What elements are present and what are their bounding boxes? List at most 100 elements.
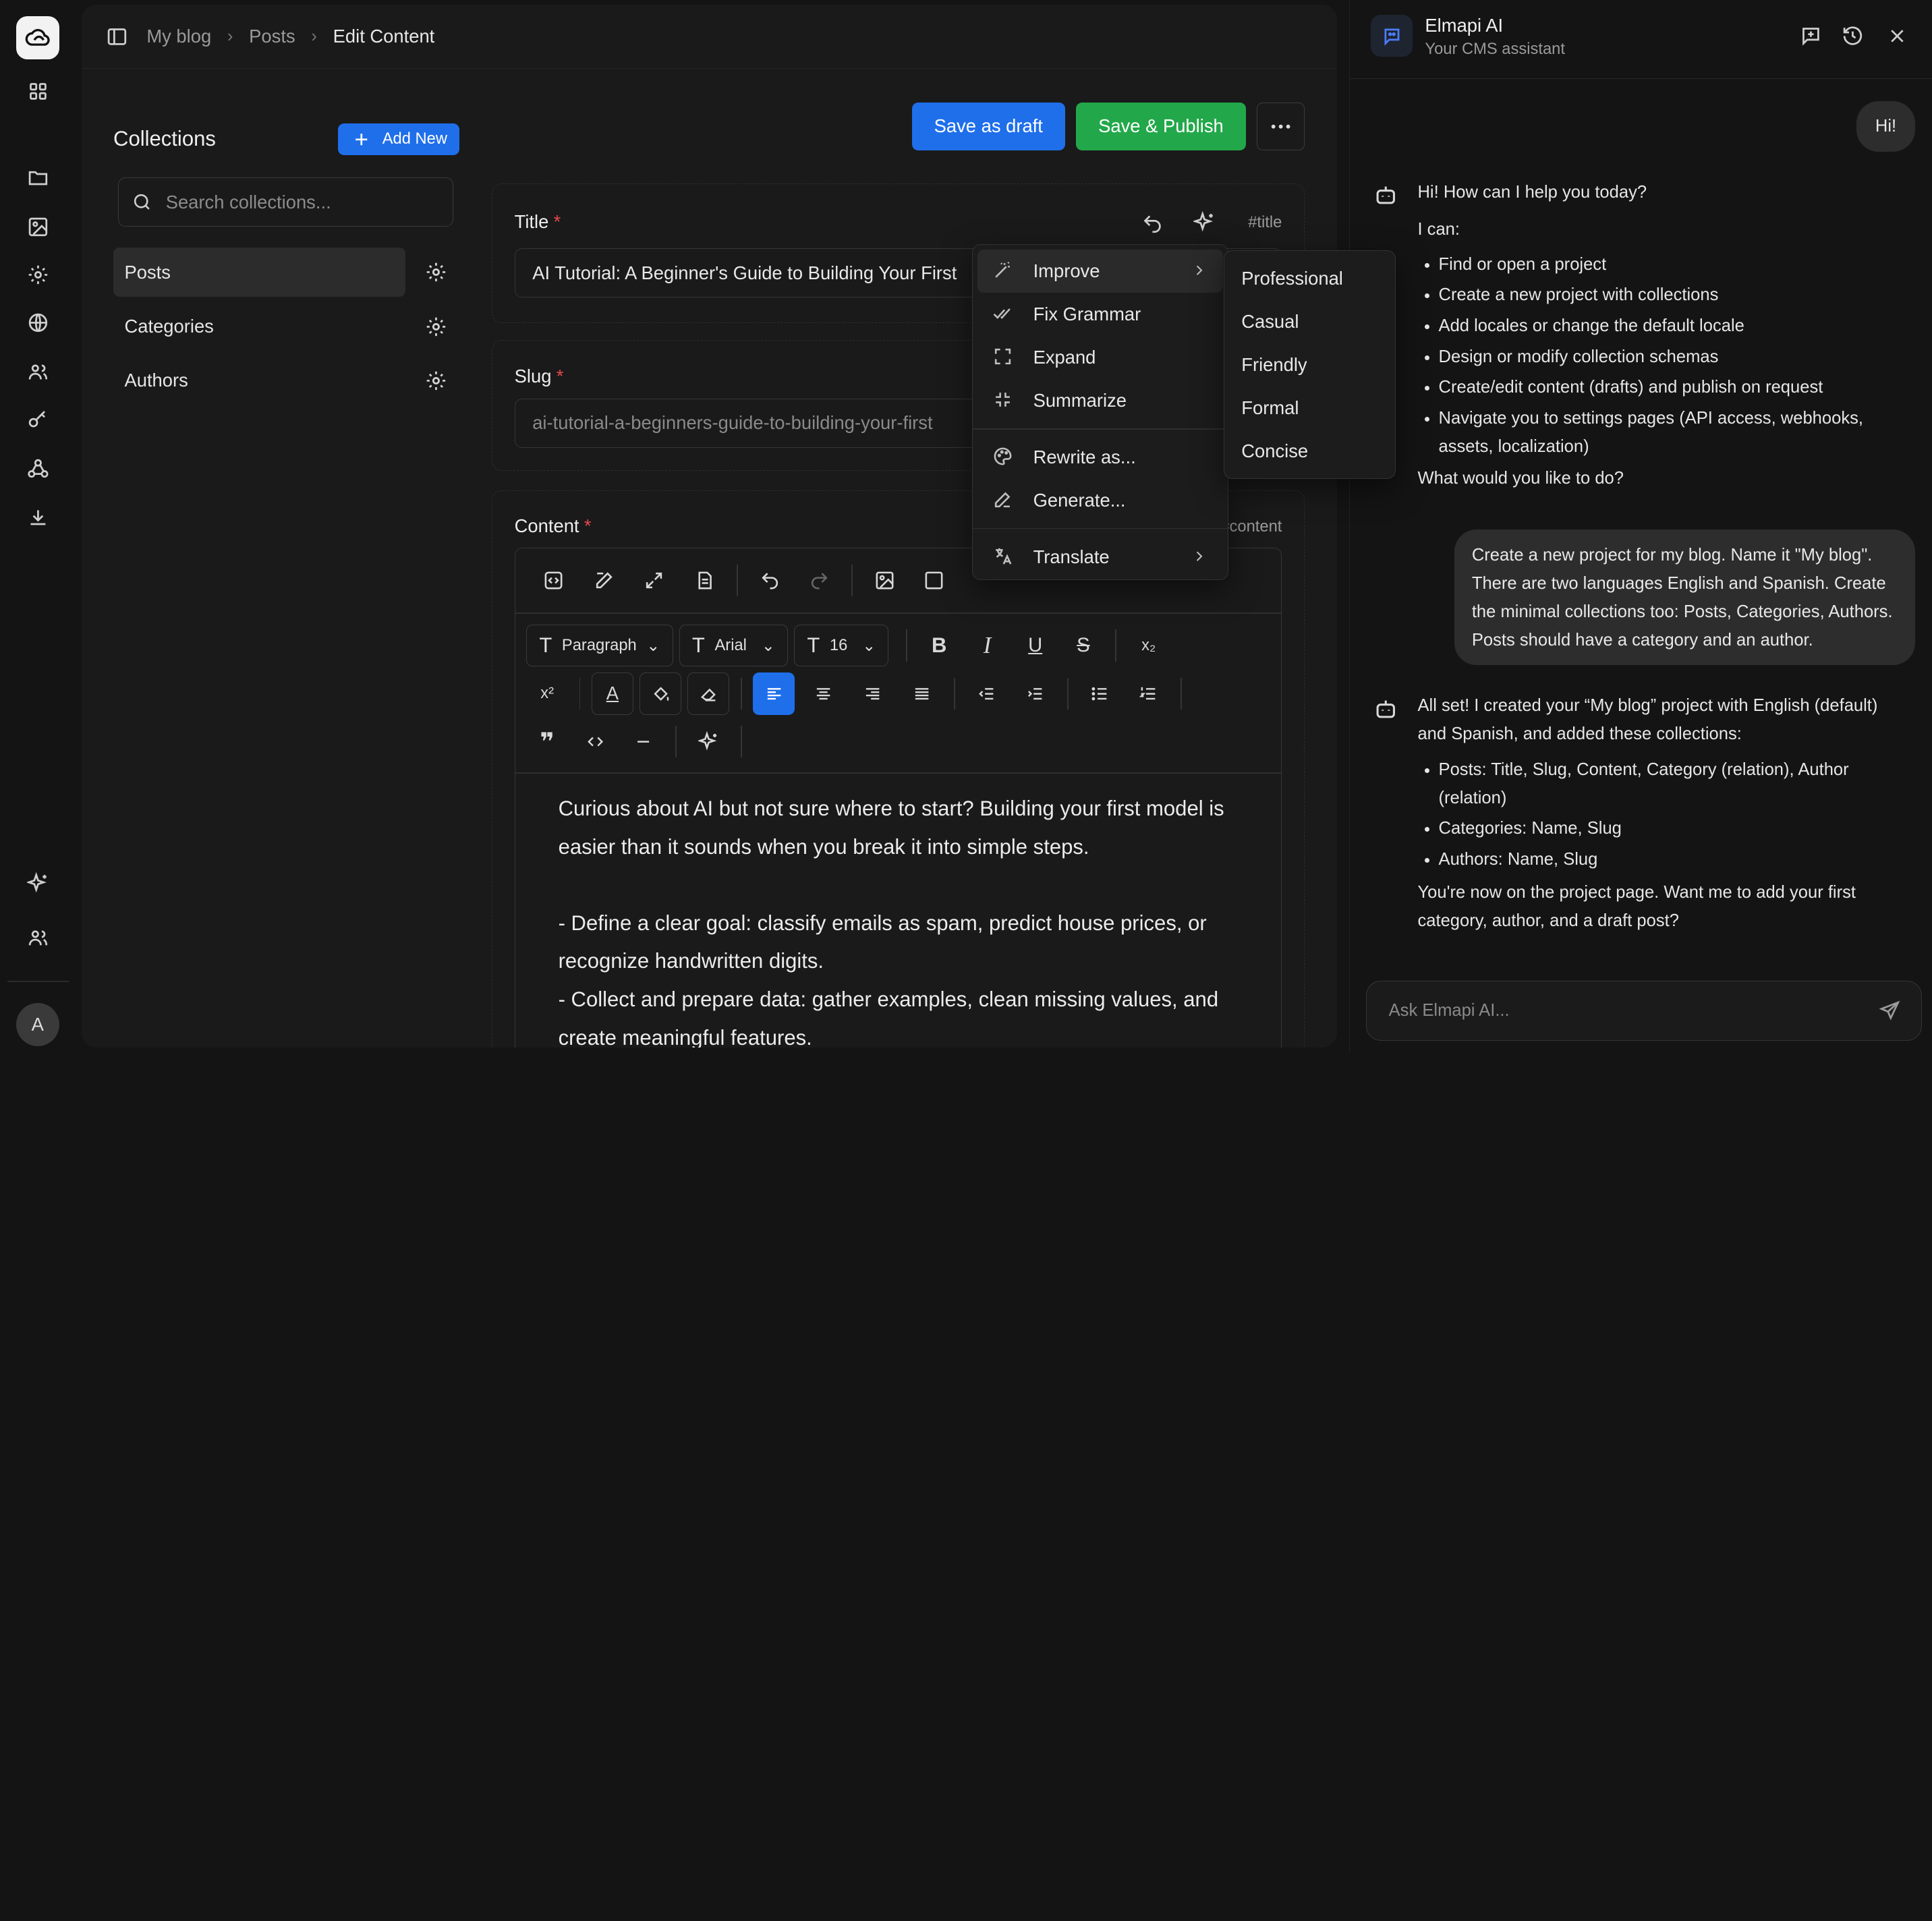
sparkles-icon[interactable]: [24, 869, 53, 898]
webhook-icon[interactable]: [24, 453, 53, 483]
indent-icon[interactable]: [1014, 672, 1056, 714]
assistant-text: All set! I created your “My blog” projec…: [1417, 695, 1878, 743]
magic-wand-icon: [992, 260, 1015, 282]
image-icon[interactable]: [863, 559, 905, 601]
submenu-item-friendly[interactable]: Friendly: [1229, 343, 1390, 386]
image-icon[interactable]: [24, 212, 53, 241]
content-paragraph: Curious about AI but not sure where to s…: [558, 796, 1224, 859]
search-input[interactable]: Search collections...: [118, 177, 454, 227]
add-new-button[interactable]: Add New: [337, 123, 460, 156]
strikethrough-icon[interactable]: S: [1062, 625, 1104, 666]
download-icon[interactable]: [24, 503, 53, 532]
collection-label: Authors: [124, 370, 188, 391]
submenu-item-professional[interactable]: Professional: [1229, 257, 1390, 300]
key-icon[interactable]: [24, 405, 53, 435]
ask-input[interactable]: Ask Elmapi AI...: [1365, 980, 1922, 1041]
search-icon: [132, 192, 152, 212]
bot-icon: [1373, 183, 1400, 210]
bold-icon[interactable]: B: [918, 625, 960, 666]
team-icon[interactable]: [24, 923, 53, 952]
submenu-item-formal[interactable]: Formal: [1229, 386, 1390, 430]
subscript-icon[interactable]: x₂: [1128, 625, 1170, 666]
menu-item-fix-grammar[interactable]: Fix Grammar: [977, 293, 1222, 336]
align-center-icon[interactable]: [802, 672, 844, 714]
cloud-logo-icon[interactable]: [16, 16, 59, 59]
grid-icon[interactable]: [24, 76, 53, 106]
italic-icon[interactable]: I: [966, 625, 1008, 666]
redo-icon[interactable]: [799, 559, 841, 601]
sparkles-icon[interactable]: [1193, 211, 1216, 233]
chevron-right-icon: [1191, 548, 1208, 565]
outdent-icon[interactable]: [966, 672, 1008, 714]
underline-icon[interactable]: U: [1015, 625, 1056, 666]
edit-icon[interactable]: [583, 559, 625, 601]
sidebar-toggle-icon[interactable]: [106, 26, 128, 48]
menu-item-translate[interactable]: Translate: [977, 536, 1222, 579]
content-label: Content *: [514, 515, 592, 537]
align-right-icon[interactable]: [851, 672, 893, 714]
menu-item-improve[interactable]: Improve: [977, 249, 1223, 293]
breadcrumb-my-blog[interactable]: My blog: [146, 26, 211, 47]
gear-icon[interactable]: [425, 316, 447, 338]
media-icon[interactable]: [913, 559, 955, 601]
users-icon[interactable]: [24, 357, 53, 387]
send-icon[interactable]: [1879, 1000, 1901, 1022]
bullet-list-icon[interactable]: [1079, 672, 1121, 714]
align-left-icon[interactable]: [753, 672, 795, 715]
eraser-icon[interactable]: [687, 672, 730, 715]
save-publish-button[interactable]: Save & Publish: [1076, 102, 1246, 150]
more-options-button[interactable]: [1257, 102, 1305, 150]
font-family-select[interactable]: T Arial ⌄: [679, 625, 788, 667]
globe-icon[interactable]: [24, 308, 53, 338]
font-size-select[interactable]: T 16 ⌄: [794, 625, 889, 667]
assistant-message: All set! I created your “My blog” projec…: [1417, 691, 1910, 936]
gear-icon[interactable]: [425, 261, 447, 283]
avatar[interactable]: A: [16, 1002, 59, 1046]
document-icon[interactable]: [684, 559, 726, 601]
icon-rail: A: [0, 0, 77, 1052]
align-justify-icon[interactable]: [901, 672, 942, 714]
menu-item-generate[interactable]: Generate...: [977, 479, 1222, 522]
new-chat-icon[interactable]: [1800, 25, 1822, 47]
list-item: Authors: Name, Slug: [1439, 845, 1911, 873]
collection-item-categories[interactable]: Categories: [113, 302, 449, 351]
title-label: Title *: [514, 211, 561, 233]
collection-item-authors[interactable]: Authors: [113, 356, 449, 405]
submenu-item-concise[interactable]: Concise: [1229, 430, 1390, 473]
editor-content[interactable]: Curious about AI but not sure where to s…: [559, 790, 1249, 1048]
source-code-icon[interactable]: [532, 559, 574, 601]
text-color-icon[interactable]: A: [591, 672, 633, 715]
ask-placeholder: Ask Elmapi AI...: [1388, 1001, 1510, 1021]
collection-label: Categories: [124, 315, 214, 337]
save-draft-button[interactable]: Save as draft: [911, 102, 1065, 150]
history-icon[interactable]: [1842, 25, 1864, 47]
block-type-select[interactable]: T Paragraph ⌄: [526, 625, 673, 667]
folder-icon[interactable]: [24, 163, 53, 192]
collection-item-posts[interactable]: Posts: [113, 248, 405, 297]
gear-icon[interactable]: [425, 370, 447, 392]
content-paragraph: [559, 866, 1249, 905]
fullscreen-icon[interactable]: [633, 559, 675, 601]
close-icon[interactable]: [1886, 25, 1908, 47]
undo-icon[interactable]: [749, 559, 791, 601]
menu-item-expand[interactable]: Expand: [977, 336, 1222, 379]
blockquote-icon[interactable]: ❞: [526, 721, 568, 763]
fill-color-icon[interactable]: [640, 672, 682, 715]
undo-icon[interactable]: [1141, 212, 1164, 235]
improve-submenu: Professional Casual Friendly Formal Conc…: [1223, 250, 1396, 480]
breadcrumb: My blog › Posts › Edit Content: [81, 5, 1337, 69]
numbered-list-icon[interactable]: [1127, 672, 1169, 714]
bot-icon: [1373, 697, 1400, 724]
add-new-label: Add New: [382, 130, 447, 148]
code-icon[interactable]: [574, 721, 616, 763]
menu-item-rewrite-as[interactable]: Rewrite as...: [977, 436, 1222, 479]
breadcrumb-posts[interactable]: Posts: [249, 26, 295, 47]
menu-item-summarize[interactable]: Summarize: [977, 379, 1222, 422]
sparkles-icon[interactable]: [687, 721, 729, 763]
submenu-item-casual[interactable]: Casual: [1229, 300, 1390, 343]
gear-icon[interactable]: [24, 260, 53, 289]
rich-text-editor: T Paragraph ⌄ T Arial ⌄ T 16 ⌄ B I U S x₂ x²: [514, 547, 1282, 1048]
superscript-icon[interactable]: x²: [526, 672, 568, 714]
horizontal-rule-icon[interactable]: [623, 721, 664, 763]
ai-context-menu: Improve Fix Grammar Expand Summarize Rew…: [972, 243, 1228, 581]
